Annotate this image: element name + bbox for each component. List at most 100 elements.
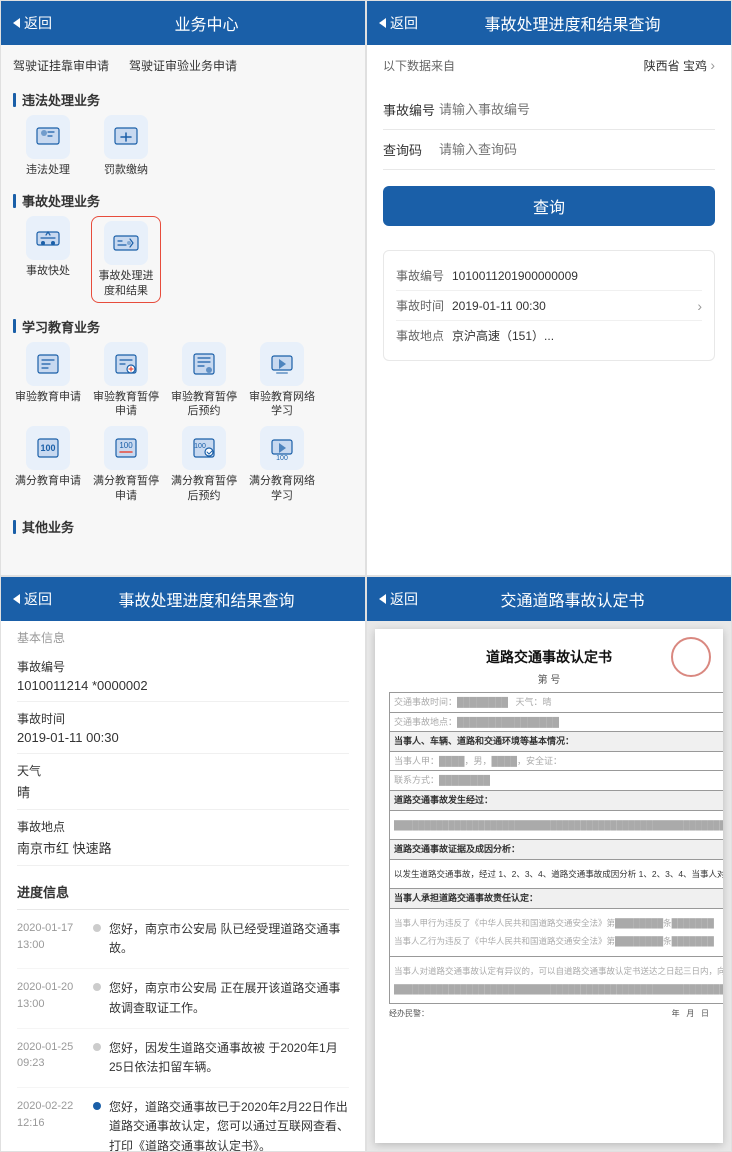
q4-title: 交通道路事故认定书 (426, 587, 719, 611)
service-edu1[interactable]: 审验教育申请 (13, 342, 83, 419)
progress-text-2: 您好，南京市公安局 正在展开该道路交通事故调查取证工作。 (109, 979, 349, 1017)
q3-accident-progress: 返回 事故处理进度和结果查询 基本信息 事故编号 1010011214 *000… (0, 576, 366, 1152)
service-edu2[interactable]: 审验教育暂停申请 (91, 342, 161, 419)
service-violation-process[interactable]: 违法处理 (13, 115, 83, 177)
progress-time-2: 2020-01-20 13:00 (17, 979, 93, 1017)
query-button[interactable]: 查询 (383, 186, 715, 226)
shortcut-2[interactable]: 驾驶证审验业务申请 (129, 57, 237, 74)
svg-text:100: 100 (119, 441, 133, 450)
edu3-label: 审验教育暂停后预约 (169, 390, 239, 419)
doc-main-title: 道路交通事故认定书 (389, 647, 709, 667)
table-row: 当事人承担道路交通事故责任认定： (390, 889, 724, 909)
q2-back-chevron-icon (379, 18, 386, 28)
doc-extra-text: ████████████████████████████████████████… (394, 982, 723, 996)
progress-item-4: 2020-02-22 12:16 您好，道路交通事故已于2020年2月22日作出… (17, 1088, 349, 1151)
accident-quick-icon (26, 216, 70, 260)
progress-text-1: 您好，南京市公安局 队已经受理道路交通事故。 (109, 920, 349, 958)
progress-time-3: 2020-01-25 09:23 (17, 1039, 93, 1077)
svg-text:100: 100 (194, 443, 206, 450)
accident-services: 事故快处 事故处理进度和结果 (13, 216, 353, 303)
result-loc-label: 事故地点 (396, 327, 452, 344)
section-violation-title: 违法处理业务 (13, 82, 353, 115)
table-row: 当事人对道路交通事故认定有异议的，可以自道路交通事故认定书送达之日起三日内，向上… (390, 956, 724, 1004)
result-accident-loc-row[interactable]: 事故地点 京沪高速（151）... (396, 321, 702, 350)
q2-header: 返回 事故处理进度和结果查询 (367, 1, 731, 45)
edu4-label: 审验教育网络学习 (247, 390, 317, 419)
data-source-row: 以下数据来自 陕西省 宝鸡 › (383, 57, 715, 74)
edu7-label: 满分教育暂停后预约 (169, 474, 239, 503)
violation-process-label: 违法处理 (26, 163, 70, 177)
field-accident-no: 事故编号 1010011214 *0000002 (17, 650, 349, 702)
section-edu-title: 学习教育业务 (13, 309, 353, 342)
table-cell: 交通事故时间：████████ 天气：晴 (390, 693, 724, 713)
field-location: 事故地点 南京市红 快速路 (17, 810, 349, 866)
edu1-label: 审验教育申请 (15, 390, 81, 404)
q2-accident-query: 返回 事故处理进度和结果查询 以下数据来自 陕西省 宝鸡 › 事故编号 查询码 … (366, 0, 732, 576)
q4-back-button[interactable]: 返回 (379, 589, 418, 609)
service-edu6[interactable]: 100 满分教育暂停申请 (91, 426, 161, 503)
accident-no-row: 事故编号 (383, 90, 715, 130)
q2-back-button[interactable]: 返回 (379, 13, 418, 33)
result-time-arrow-icon: › (697, 298, 702, 314)
table-header-cell: 道路交通事故证据及成因分析： (390, 840, 724, 860)
service-accident-progress[interactable]: 事故处理进度和结果 (91, 216, 161, 303)
q1-header: 返回 业务中心 (1, 1, 365, 45)
edu6-label: 满分教育暂停申请 (91, 474, 161, 503)
service-edu5[interactable]: 100 满分教育申请 (13, 426, 83, 503)
q2-back-label: 返回 (390, 13, 418, 33)
edu8-label: 满分教育网络学习 (247, 474, 317, 503)
table-row: 联系方式：████████ ████████ (390, 771, 724, 791)
q3-header: 返回 事故处理进度和结果查询 (1, 577, 365, 621)
shortcut-1[interactable]: 驾驶证挂靠审申请 (13, 57, 109, 74)
field-accident-time: 事故时间 2019-01-11 00:30 (17, 702, 349, 754)
edu4-icon (260, 342, 304, 386)
query-code-label: 查询码 (383, 140, 439, 159)
edu7-icon: 100 (182, 426, 226, 470)
service-edu4[interactable]: 审验教育网络学习 (247, 342, 317, 419)
q3-back-button[interactable]: 返回 (13, 589, 52, 609)
q4-back-label: 返回 (390, 589, 418, 609)
q1-back-button[interactable]: 返回 (13, 13, 52, 33)
service-fine-payment[interactable]: 罚款缴纳 (91, 115, 161, 177)
table-header-cell: 当事人承担道路交通事故责任认定： (390, 889, 724, 909)
field-loc-value: 南京市红 快速路 (17, 838, 349, 857)
table-cell: 交通事故地点：████████████████ (390, 712, 724, 732)
q3-title: 事故处理进度和结果查询 (60, 587, 353, 611)
location-arrow-icon[interactable]: › (710, 57, 715, 73)
query-code-input[interactable] (439, 142, 715, 157)
progress-item-1: 2020-01-17 13:00 您好，南京市公安局 队已经受理道路交通事故。 (17, 910, 349, 969)
doc-liability-text-2: 当事人乙行为违反了《中华人民共和国道路交通安全法》第████████条█████… (394, 934, 723, 948)
result-accident-no-row[interactable]: 事故编号 1010011201900000009 (396, 261, 702, 291)
field-loc-label: 事故地点 (17, 818, 349, 835)
service-edu3[interactable]: 审验教育暂停后预约 (169, 342, 239, 419)
q2-title: 事故处理进度和结果查询 (426, 11, 719, 35)
progress-dot-4 (93, 1102, 101, 1110)
service-edu7[interactable]: 100 满分教育暂停后预约 (169, 426, 239, 503)
location-text: 陕西省 宝鸡 (644, 59, 707, 73)
progress-title: 进度信息 (17, 874, 349, 910)
accident-no-input[interactable] (439, 102, 715, 117)
table-row: 交通事故时间：████████ 天气：晴 (390, 693, 724, 713)
field-time-value: 2019-01-11 00:30 (17, 730, 349, 745)
field-weather: 天气 晴 (17, 754, 349, 810)
doc-date-label: 年 月 日 (672, 1008, 709, 1019)
table-cell: ████████████████████████████████████████… (390, 810, 724, 839)
result-accident-time-row[interactable]: 事故时间 2019-01-11 00:30 › (396, 291, 702, 321)
result-accident-no-value: 1010011201900000009 (452, 269, 702, 283)
result-time-label: 事故时间 (396, 297, 452, 314)
service-accident-quick[interactable]: 事故快处 (13, 216, 83, 303)
edu2-label: 审验教育暂停申请 (91, 390, 161, 419)
q3-body: 基本信息 事故编号 1010011214 *0000002 事故时间 2019-… (1, 621, 365, 1151)
edu5-icon: 100 (26, 426, 70, 470)
table-row: 道路交通事故发生经过： (390, 790, 724, 810)
fine-payment-label: 罚款缴纳 (104, 163, 148, 177)
edu-services: 审验教育申请 审验教育暂停申请 审验教育暂停后预约 审验教育网络学习 (13, 342, 353, 503)
section-accident-title: 事故处理业务 (13, 183, 353, 216)
table-cell: 联系方式：████████ (390, 771, 724, 791)
service-edu8[interactable]: 100 满分教育网络学习 (247, 426, 317, 503)
doc-signature-area: 经办民警： 年 月 日 (389, 1008, 709, 1019)
q3-back-label: 返回 (24, 589, 52, 609)
doc-analysis-text: 以发生道路交通事故，经过 1、2、3、4、道路交通事故成因分析 1、2、3、4、… (394, 867, 723, 881)
table-row: 以发生道路交通事故，经过 1、2、3、4、道路交通事故成因分析 1、2、3、4、… (390, 859, 724, 888)
doc-stamp-icon (671, 637, 711, 677)
